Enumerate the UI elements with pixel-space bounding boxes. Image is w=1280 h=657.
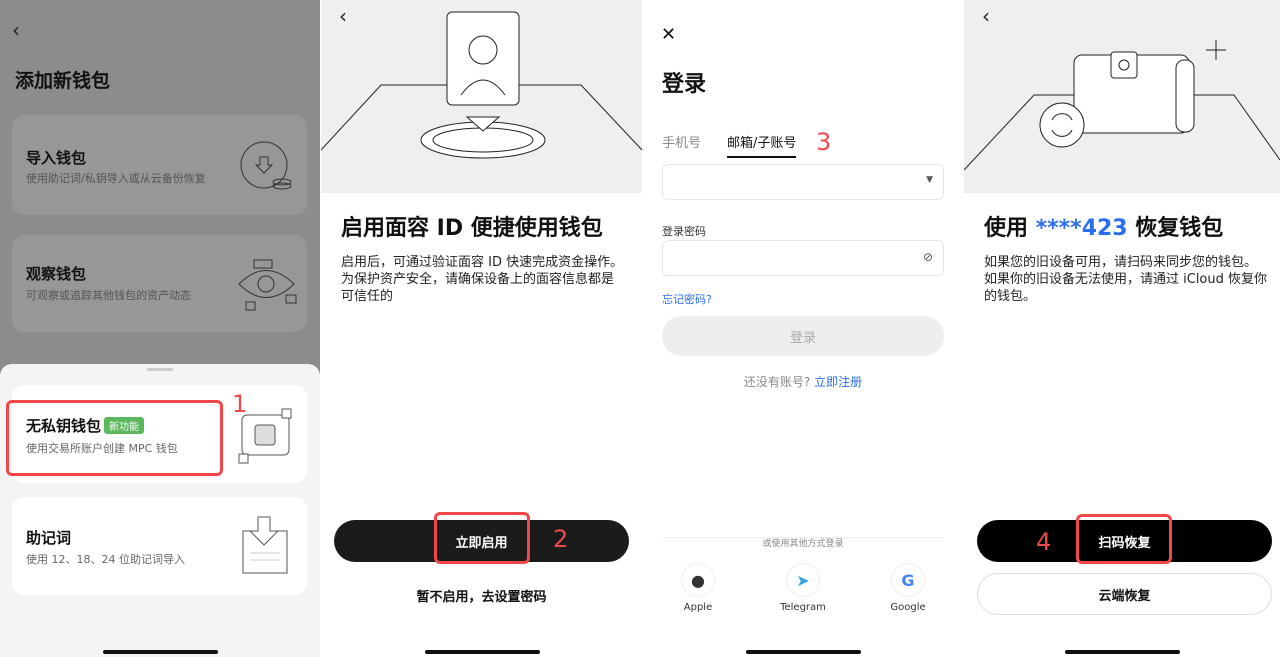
annotation-number-2: 2	[553, 525, 569, 553]
home-indicator	[746, 650, 861, 654]
face-id-illustration	[321, 0, 642, 193]
mnemonic-card[interactable]: 助记词 使用 12、18、24 位助记词导入	[12, 497, 307, 595]
import-doc-icon	[242, 516, 288, 574]
annotation-box-4	[1076, 514, 1172, 564]
apple-login-button[interactable]: ●	[681, 563, 715, 597]
annotation-number-1: 1	[232, 390, 248, 418]
restore-wallet-screen: ‹ 使用 ****423 恢复钱包 如果您的旧设备可用，请扫码来同步您的钱包。如…	[964, 0, 1280, 657]
description: 启用后，可通过验证面容 ID 快速完成资金操作。为保护资产安全，请确保设备上的面…	[341, 255, 624, 304]
close-icon[interactable]: ✕	[661, 24, 676, 45]
telegram-login-button[interactable]: ➤	[786, 563, 820, 597]
annotation-box-1	[6, 400, 223, 476]
other-login-label: 或使用其他方式登录	[754, 539, 852, 549]
no-account-text: 还没有账号?	[743, 375, 811, 389]
google-login-button[interactable]: G	[891, 563, 925, 597]
forgot-password-link[interactable]: 忘记密码?	[662, 291, 712, 307]
tab-email[interactable]: 邮箱/子账号	[727, 132, 797, 158]
restore-illustration	[964, 0, 1280, 193]
annotation-box-2	[434, 512, 530, 564]
account-id: ****423	[1035, 216, 1128, 241]
skip-set-password-link[interactable]: 暂不启用，去设置密码	[321, 586, 642, 605]
download-coins-icon	[240, 141, 292, 190]
home-indicator	[424, 650, 540, 654]
import-wallet-card[interactable]: 导入钱包 使用助记词/私钥导入或从云备份恢复	[12, 115, 307, 215]
add-wallet-screen: ‹ 添加新钱包 导入钱包 使用助记词/私钥导入或从云备份恢复 观察钱包 可观察或…	[0, 0, 320, 657]
back-icon[interactable]: ‹	[339, 4, 347, 28]
login-button[interactable]: 登录	[662, 316, 944, 356]
login-screen: ✕ 登录 手机号 邮箱/子账号 3 ▼ 登录密码 ⊘ 忘记密码? 登录 还没有账…	[643, 0, 963, 657]
eye-off-icon[interactable]: ⊘	[923, 250, 933, 264]
page-title: 登录	[662, 72, 707, 97]
cloud-restore-button[interactable]: 云端恢复	[977, 573, 1272, 615]
home-indicator	[1065, 650, 1180, 654]
password-input[interactable]: ⊘	[662, 240, 944, 276]
back-icon[interactable]: ‹	[12, 18, 20, 42]
account-select[interactable]: ▼	[662, 164, 944, 200]
watch-wallet-card[interactable]: 观察钱包 可观察或追踪其他钱包的资产动态	[12, 235, 307, 332]
wallet-sync-icon	[964, 40, 1280, 171]
google-icon: G	[901, 570, 915, 590]
sheet-handle[interactable]	[147, 368, 173, 371]
home-indicator	[103, 650, 218, 654]
register-link[interactable]: 立即注册	[814, 375, 862, 389]
password-label: 登录密码	[662, 225, 706, 238]
eye-icon	[238, 259, 297, 311]
tab-phone[interactable]: 手机号	[662, 132, 701, 151]
page-title: 使用 ****423 恢复钱包	[984, 216, 1224, 241]
back-icon[interactable]: ‹	[982, 4, 990, 28]
face-id-screen: ‹ 启用面容 ID 便捷使用钱包 启用后，可通过验证面容 ID 快速完成资金操作…	[321, 0, 642, 657]
annotation-number-4: 4	[1036, 528, 1052, 556]
page-title: 启用面容 ID 便捷使用钱包	[341, 216, 603, 241]
chevron-down-icon: ▼	[926, 175, 933, 185]
description: 如果您的旧设备可用，请扫码来同步您的钱包。如果你的旧设备无法使用，请通过 iCl…	[984, 255, 1268, 304]
telegram-icon: ➤	[796, 570, 810, 590]
apple-icon: ●	[691, 570, 705, 590]
page-title: 添加新钱包	[15, 70, 111, 92]
face-id-phone-icon	[321, 11, 642, 159]
annotation-number-3: 3	[816, 128, 832, 156]
